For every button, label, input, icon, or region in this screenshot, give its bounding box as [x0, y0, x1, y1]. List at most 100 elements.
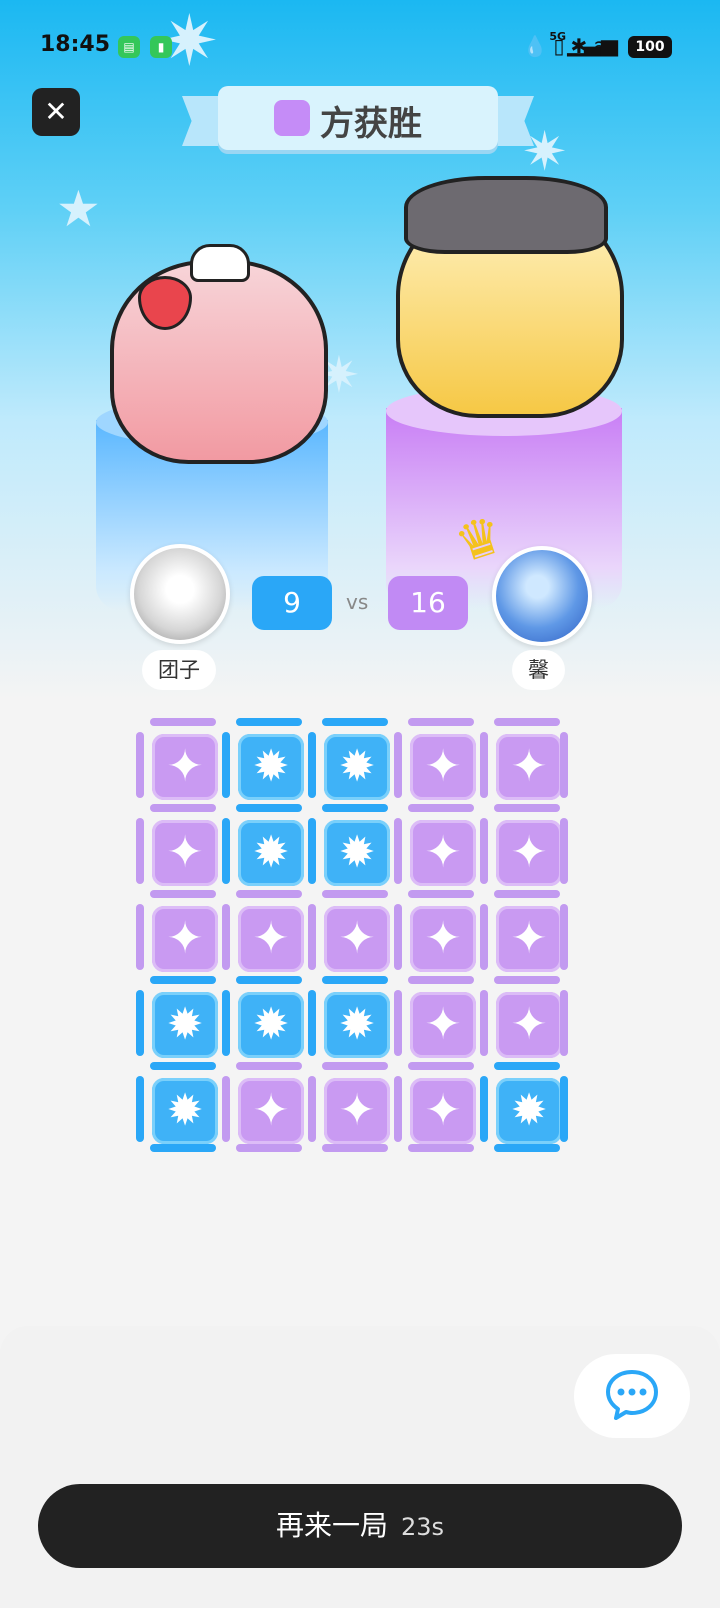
board-edge — [150, 718, 216, 726]
board-cell: ✦ — [484, 808, 570, 894]
sparkle-icon: ✦ — [252, 1085, 290, 1136]
board-cell: ✦ — [398, 1066, 484, 1152]
purple-tile: ✦ — [152, 820, 218, 886]
board-cell: ✹ — [226, 980, 312, 1066]
board-edge — [480, 1076, 488, 1142]
player-left-name: 团子 — [142, 650, 216, 690]
game-board: ✦ ✹ ✹ ✦ ✦ ✦ ✹ ✹ ✦ ✦ ✦ ✦ ✦ ✦ ✦ ✹ ✹ ✹ ✦ ✦ ✹ ✦ ✦ ✦ ✹ — [136, 718, 584, 1166]
sparkle-icon: ✦ — [424, 827, 462, 878]
burst-star-icon: ✹ — [338, 741, 376, 792]
board-cell: ✦ — [398, 808, 484, 894]
purple-tile: ✦ — [410, 1078, 476, 1144]
blue-tile: ✹ — [238, 820, 304, 886]
purple-tile: ✦ — [410, 906, 476, 972]
chat-button[interactable] — [574, 1354, 690, 1438]
board-edge — [394, 732, 402, 798]
burst-star-icon: ✹ — [252, 999, 290, 1050]
sparkle-icon: ✦ — [510, 827, 548, 878]
board-cell: ✹ — [140, 1066, 226, 1152]
board-edge — [408, 804, 474, 812]
sparkle-icon: ✦ — [338, 1085, 376, 1136]
board-edge — [394, 818, 402, 884]
purple-tile: ✦ — [152, 906, 218, 972]
board-cell: ✦ — [312, 894, 398, 980]
messages-app-icon: ▤ — [118, 36, 140, 58]
player-left-score: 9 — [252, 576, 332, 630]
board-cell: ✦ — [140, 894, 226, 980]
sparkle-icon: ✦ — [424, 1085, 462, 1136]
purple-tile: ✦ — [496, 906, 562, 972]
purple-tile: ✦ — [238, 906, 304, 972]
board-edge — [494, 1062, 560, 1070]
play-again-button[interactable]: 再来一局 23s — [38, 1484, 682, 1568]
cake-roll-decoration — [190, 244, 250, 282]
status-bar: 18:45 ▤ ▮ 💧▯✱≋ 5G ▁▃▅ 100 — [0, 28, 720, 68]
purple-tile: ✦ — [410, 992, 476, 1058]
board-cell: ✦ — [312, 1066, 398, 1152]
board-edge — [494, 1144, 560, 1152]
close-icon: ✕ — [44, 95, 68, 128]
purple-tile: ✦ — [410, 734, 476, 800]
battery-saver-app-icon: ▮ — [150, 36, 172, 58]
blue-tile: ✹ — [324, 734, 390, 800]
vs-label: vs — [346, 590, 369, 614]
board-edge — [236, 976, 302, 984]
status-time: 18:45 — [40, 32, 111, 57]
sparkle-icon: ✦ — [166, 913, 204, 964]
board-cell: ✹ — [226, 808, 312, 894]
board-edge — [408, 1062, 474, 1070]
board-cell: ✹ — [312, 980, 398, 1066]
winner-color-swatch — [274, 100, 310, 136]
board-edge — [394, 1076, 402, 1142]
burst-star-icon: ✹ — [338, 827, 376, 878]
blue-tile: ✹ — [238, 992, 304, 1058]
board-edge — [408, 976, 474, 984]
countdown-text: 23s — [400, 1513, 444, 1541]
sparkle-icon: ✦ — [252, 913, 290, 964]
sparkle-icon: ✦ — [424, 741, 462, 792]
purple-tile: ✦ — [324, 1078, 390, 1144]
player-right-score: 16 — [388, 576, 468, 630]
close-button[interactable]: ✕ — [32, 88, 80, 136]
board-edge — [322, 1062, 388, 1070]
chat-bubble-icon — [606, 1370, 658, 1420]
burst-star-icon: ✹ — [166, 1085, 204, 1136]
purple-tile: ✦ — [496, 734, 562, 800]
board-edge — [408, 718, 474, 726]
player-left-avatar[interactable] — [130, 544, 230, 644]
board-cell: ✦ — [398, 894, 484, 980]
ribbon-body: 方获胜 — [218, 86, 498, 150]
board-edge — [150, 1144, 216, 1152]
board-edge — [480, 990, 488, 1056]
board-edge — [236, 1062, 302, 1070]
board-cell: ✦ — [484, 980, 570, 1066]
board-edge — [560, 1076, 568, 1142]
blue-tile: ✹ — [324, 992, 390, 1058]
network-type: 5G — [549, 30, 566, 43]
sparkle-icon: ✦ — [510, 999, 548, 1050]
board-edge — [308, 904, 316, 970]
purple-tile: ✦ — [496, 820, 562, 886]
board-cell: ✹ — [140, 980, 226, 1066]
board-edge — [222, 818, 230, 884]
board-edge — [560, 904, 568, 970]
burst-star-icon: ✹ — [510, 1085, 548, 1136]
board-cell: ✦ — [398, 722, 484, 808]
board-edge — [394, 904, 402, 970]
blue-tile: ✹ — [324, 820, 390, 886]
board-edge — [322, 890, 388, 898]
purple-tile: ✦ — [152, 734, 218, 800]
board-edge — [480, 732, 488, 798]
board-edge — [560, 818, 568, 884]
sparkle-icon: ✦ — [510, 913, 548, 964]
board-edge — [322, 718, 388, 726]
board-edge — [150, 1062, 216, 1070]
board-cell: ✦ — [398, 980, 484, 1066]
board-cell: ✹ — [312, 722, 398, 808]
board-edge — [494, 804, 560, 812]
sparkle-icon: ✦ — [166, 827, 204, 878]
battery-indicator: 100 — [628, 36, 672, 58]
board-edge — [560, 732, 568, 798]
board-edge — [222, 1076, 230, 1142]
board-cell: ✦ — [484, 894, 570, 980]
